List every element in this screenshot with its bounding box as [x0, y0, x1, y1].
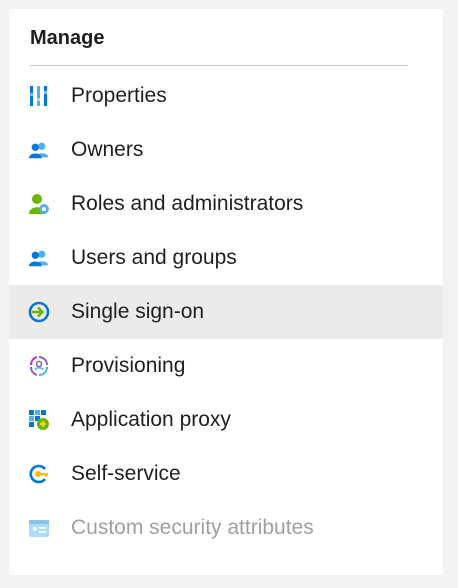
self-service-icon — [28, 463, 50, 485]
owners-icon — [28, 139, 50, 161]
custom-attributes-icon — [28, 517, 50, 539]
menu-item-custom-security-attributes: Custom security attributes — [9, 501, 443, 555]
menu-item-label: Users and groups — [71, 246, 237, 269]
menu-item-label: Single sign-on — [71, 300, 205, 323]
menu-item-application-proxy[interactable]: Application proxy — [9, 393, 443, 447]
app-proxy-icon — [28, 409, 50, 431]
menu-item-properties[interactable]: Properties — [9, 69, 443, 123]
menu-item-provisioning[interactable]: Provisioning — [9, 339, 443, 393]
menu-item-label: Application proxy — [71, 408, 231, 431]
properties-icon — [28, 85, 50, 107]
divider — [30, 65, 408, 66]
menu-item-label: Custom security attributes — [71, 516, 314, 539]
provisioning-icon — [28, 355, 50, 377]
manage-menu: Properties Owners Roles and administrato… — [9, 69, 443, 555]
section-title: Manage — [30, 27, 105, 49]
menu-item-roles[interactable]: Roles and administrators — [9, 177, 443, 231]
menu-item-label: Roles and administrators — [71, 192, 304, 215]
manage-panel: Manage Properties Owners Roles and admin… — [9, 9, 443, 575]
users-groups-icon — [28, 247, 50, 269]
menu-item-label: Self-service — [71, 462, 181, 485]
menu-item-label: Provisioning — [71, 354, 186, 377]
menu-item-label: Owners — [71, 138, 144, 161]
menu-item-single-sign-on[interactable]: Single sign-on — [9, 285, 443, 339]
menu-item-self-service[interactable]: Self-service — [9, 447, 443, 501]
menu-item-label: Properties — [71, 84, 167, 107]
menu-item-users-groups[interactable]: Users and groups — [9, 231, 443, 285]
menu-item-owners[interactable]: Owners — [9, 123, 443, 177]
roles-icon — [28, 193, 50, 215]
sso-icon — [28, 301, 50, 323]
